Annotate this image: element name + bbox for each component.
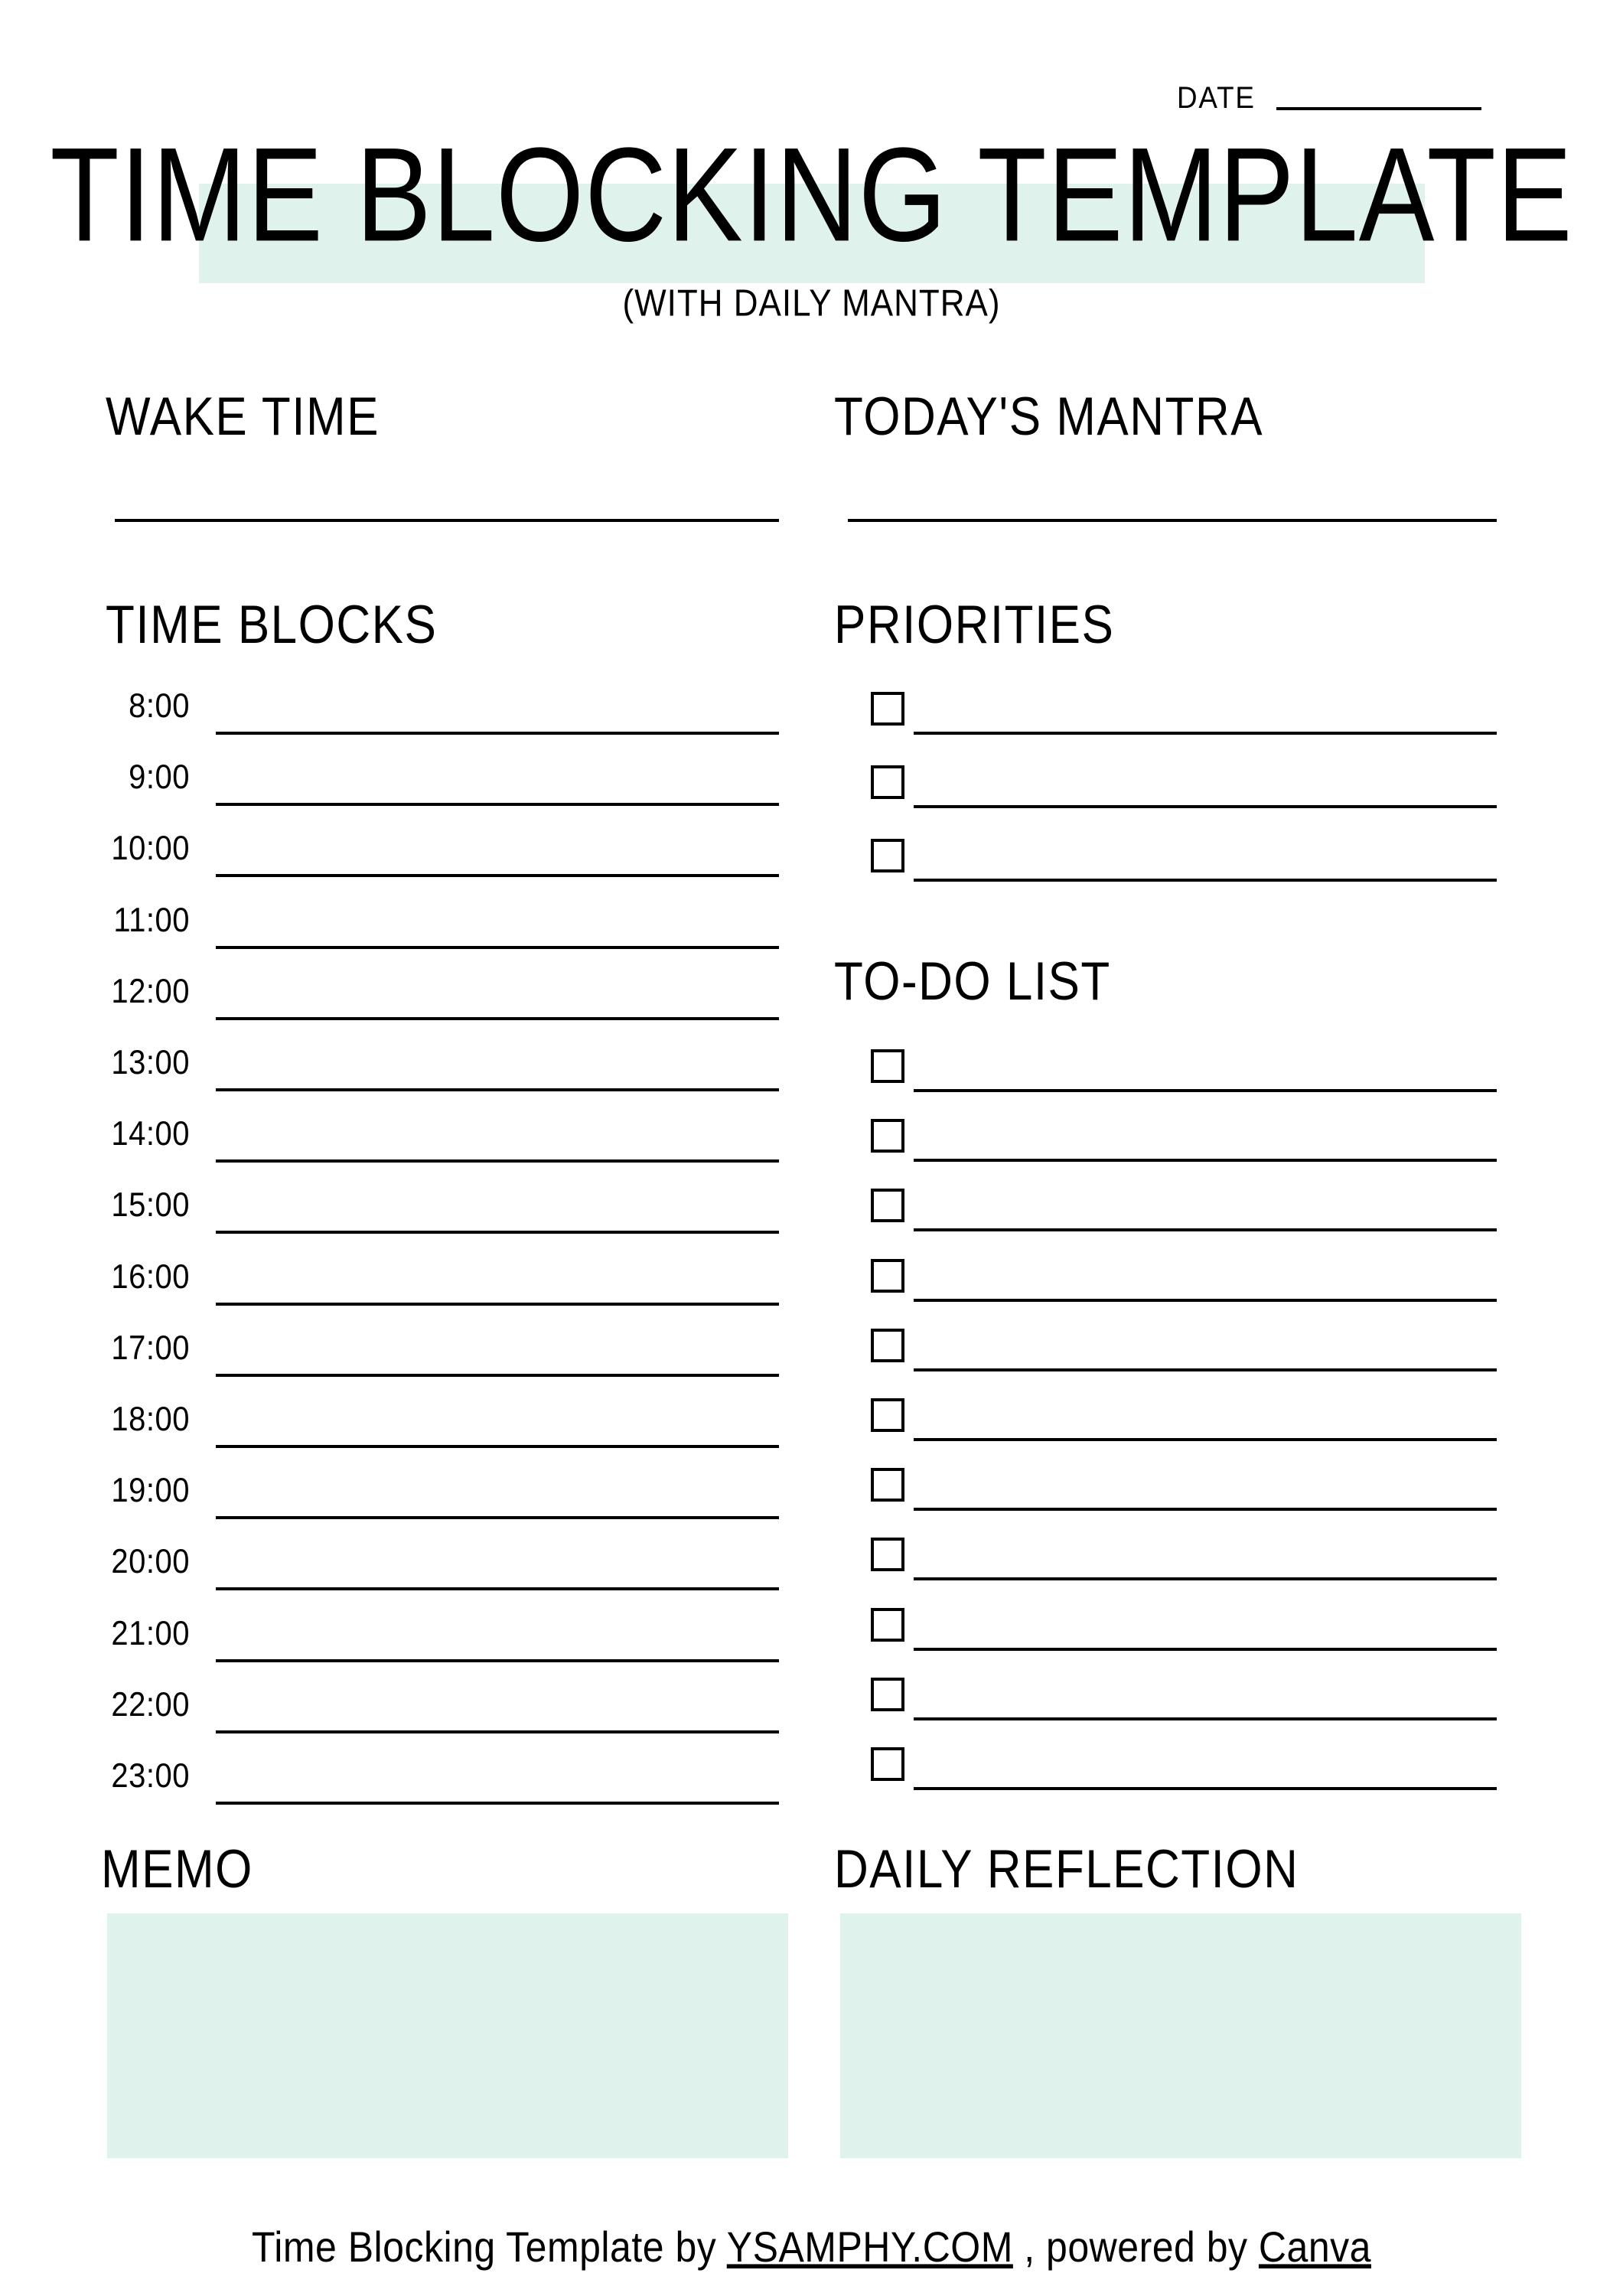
todo-input-line[interactable] xyxy=(914,1787,1497,1790)
priority-checkbox[interactable] xyxy=(871,765,904,799)
daily-reflection-textarea[interactable] xyxy=(840,1913,1521,2158)
todo-input-line[interactable] xyxy=(914,1508,1497,1512)
ysamphy-link[interactable]: YSAMPHY.COM xyxy=(727,2223,1013,2272)
todo-checkbox[interactable] xyxy=(871,1468,904,1502)
priority-checkbox[interactable] xyxy=(871,839,904,872)
priorities-heading: PRIORITIES xyxy=(834,595,1115,656)
time-block-input-line[interactable] xyxy=(216,1516,779,1520)
time-block-input-line[interactable] xyxy=(216,874,779,878)
time-label: 22:00 xyxy=(111,1685,190,1724)
todo-input-line[interactable] xyxy=(914,1228,1497,1232)
time-block-input-line[interactable] xyxy=(216,1088,779,1091)
memo-textarea[interactable] xyxy=(107,1913,788,2158)
time-label: 12:00 xyxy=(111,972,190,1010)
time-block-input-line[interactable] xyxy=(216,945,779,949)
time-label: 19:00 xyxy=(111,1471,190,1510)
time-block-input-line[interactable] xyxy=(216,732,779,735)
footer-text-middle: , powered by xyxy=(1012,2223,1259,2272)
page-title: TIME BLOCKING TEMPLATE xyxy=(50,120,1573,270)
todo-input-line[interactable] xyxy=(914,1298,1497,1302)
time-block-input-line[interactable] xyxy=(216,1658,779,1662)
time-block-input-line[interactable] xyxy=(216,1802,779,1805)
time-label: 16:00 xyxy=(111,1257,190,1296)
todo-checkbox[interactable] xyxy=(871,1328,904,1362)
time-block-input-line[interactable] xyxy=(216,1016,779,1020)
footer-credit: Time Blocking Template by YSAMPHY.COM , … xyxy=(0,2226,1623,2268)
todo-input-line[interactable] xyxy=(914,1717,1497,1720)
todo-input-line[interactable] xyxy=(914,1368,1497,1371)
time-label: 11:00 xyxy=(113,901,190,939)
todo-checkbox[interactable] xyxy=(871,1398,904,1432)
todo-checkbox[interactable] xyxy=(871,1258,904,1293)
time-block-input-line[interactable] xyxy=(216,1159,779,1163)
todo-input-line[interactable] xyxy=(914,1159,1497,1163)
time-blocks-heading: TIME BLOCKS xyxy=(106,595,438,656)
priority-input-line[interactable] xyxy=(914,732,1497,735)
mantra-heading: TODAY'S MANTRA xyxy=(834,386,1264,448)
wake-time-input-line[interactable] xyxy=(115,519,779,522)
priority-checkbox[interactable] xyxy=(871,692,904,726)
time-block-input-line[interactable] xyxy=(216,1302,779,1306)
todo-input-line[interactable] xyxy=(914,1089,1497,1092)
todo-input-line[interactable] xyxy=(914,1577,1497,1581)
memo-heading: MEMO xyxy=(101,1839,253,1900)
time-label: 17:00 xyxy=(111,1329,190,1367)
canva-link[interactable]: Canva xyxy=(1259,2223,1371,2272)
mantra-input-line[interactable] xyxy=(848,519,1497,522)
time-label: 15:00 xyxy=(111,1186,190,1225)
footer-text-before: Time Blocking Template by xyxy=(252,2223,727,2272)
priority-input-line[interactable] xyxy=(914,805,1497,808)
time-label: 18:00 xyxy=(111,1400,190,1439)
date-field-row: DATE xyxy=(1177,83,1481,113)
date-input-line[interactable] xyxy=(1276,107,1481,110)
wake-time-heading: WAKE TIME xyxy=(106,386,380,448)
todo-heading: TO-DO LIST xyxy=(834,951,1111,1013)
time-block-input-line[interactable] xyxy=(216,1730,779,1733)
time-block-input-line[interactable] xyxy=(216,1445,779,1448)
priority-input-line[interactable] xyxy=(914,879,1497,882)
time-label: 23:00 xyxy=(111,1756,190,1795)
todo-checkbox[interactable] xyxy=(871,1189,904,1223)
time-block-input-line[interactable] xyxy=(216,803,779,807)
date-label: DATE xyxy=(1177,81,1256,115)
time-label: 10:00 xyxy=(111,830,190,868)
todo-checkbox[interactable] xyxy=(871,1119,904,1153)
todo-input-line[interactable] xyxy=(914,1647,1497,1651)
todo-checkbox[interactable] xyxy=(871,1677,904,1711)
daily-reflection-heading: DAILY REFLECTION xyxy=(834,1839,1299,1900)
time-label: 21:00 xyxy=(111,1614,190,1652)
todo-input-line[interactable] xyxy=(914,1438,1497,1441)
time-label: 14:00 xyxy=(111,1114,190,1153)
time-label: 8:00 xyxy=(129,687,190,726)
time-label: 13:00 xyxy=(111,1043,190,1082)
todo-checkbox[interactable] xyxy=(871,1049,904,1083)
time-label: 20:00 xyxy=(111,1543,190,1581)
time-label: 9:00 xyxy=(129,758,190,797)
page-subtitle: (WITH DAILY MANTRA) xyxy=(622,282,1001,325)
todo-checkbox[interactable] xyxy=(871,1747,904,1781)
todo-checkbox[interactable] xyxy=(871,1607,904,1642)
time-block-input-line[interactable] xyxy=(216,1373,779,1377)
todo-checkbox[interactable] xyxy=(871,1538,904,1572)
time-block-input-line[interactable] xyxy=(216,1587,779,1591)
time-block-input-line[interactable] xyxy=(216,1231,779,1234)
